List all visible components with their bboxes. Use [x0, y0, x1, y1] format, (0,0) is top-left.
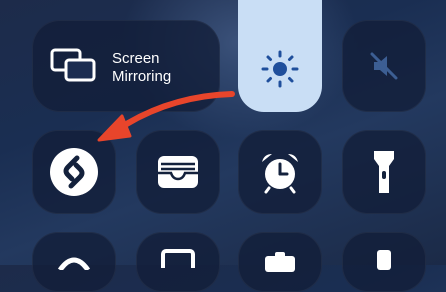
screen-mirroring-label-line1: Screen [112, 50, 160, 67]
wallet-button[interactable] [136, 130, 220, 214]
screen-mirroring-label: Screen Mirroring [112, 50, 216, 86]
flashlight-icon [374, 151, 394, 193]
shazam-button[interactable] [32, 130, 116, 214]
row3-tile-4[interactable] [342, 232, 426, 292]
sun-icon [261, 50, 299, 88]
row3-tile-2[interactable] [136, 232, 220, 292]
screen-mirroring-button[interactable]: Screen Mirroring [32, 20, 220, 112]
row3-tile-1[interactable] [32, 232, 116, 292]
alarm-clock-icon [262, 154, 298, 194]
partial-icon-1 [57, 257, 91, 270]
partial-icon-4 [377, 250, 391, 270]
shazam-icon [50, 148, 98, 196]
partial-icon-3 [265, 252, 295, 272]
partial-icon-2 [161, 249, 195, 268]
flashlight-button[interactable] [342, 130, 426, 214]
screen-mirroring-label-line2: Mirroring [112, 68, 172, 85]
row3-tile-3[interactable] [238, 232, 322, 292]
screen-mirroring-icon [50, 48, 96, 82]
mute-button[interactable] [342, 20, 426, 112]
wallet-icon [158, 156, 198, 188]
bell-slash-icon [370, 52, 398, 80]
brightness-slider[interactable] [238, 0, 322, 112]
alarm-button[interactable] [238, 130, 322, 214]
